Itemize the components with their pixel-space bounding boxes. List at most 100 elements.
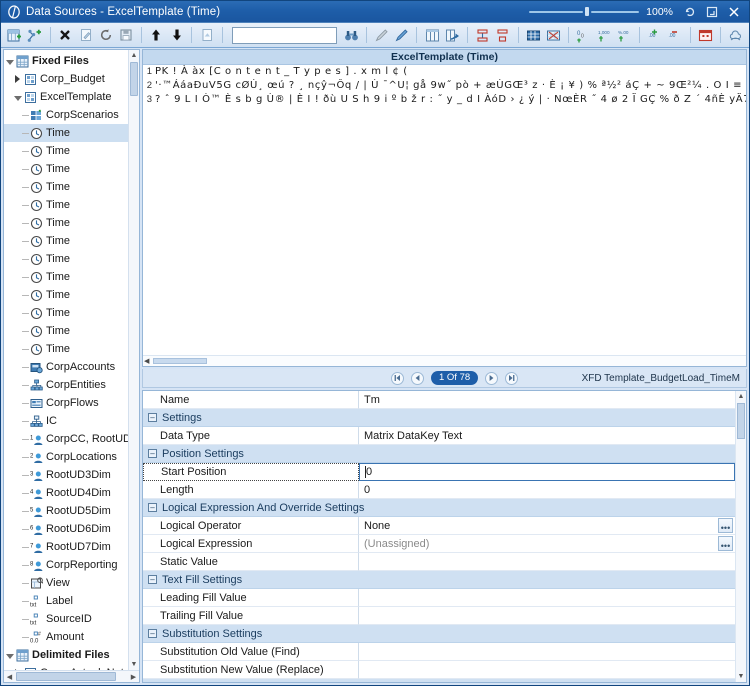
restore-window-button[interactable] xyxy=(701,2,723,21)
property-value-cell[interactable]: (Unassigned) ••• xyxy=(359,535,735,553)
tree-node-corpaccounts[interactable]: CorpAccounts xyxy=(4,358,139,376)
scroll-down-icon[interactable]: ▼ xyxy=(129,659,139,670)
category-collapse-icon[interactable]: – xyxy=(148,575,157,584)
new-connection-icon[interactable] xyxy=(25,25,44,46)
scroll-up-icon[interactable]: ▲ xyxy=(129,50,139,61)
columns-arrow-icon[interactable] xyxy=(443,25,462,46)
property-row-length[interactable]: Length 0 xyxy=(143,481,735,499)
property-value-cell[interactable] xyxy=(359,661,735,679)
arrow-down-icon[interactable] xyxy=(167,25,186,46)
tree-node-corplocations[interactable]: 2 CorpLocations xyxy=(4,448,139,466)
preview-body[interactable]: 1 PK ! À àx [C o n t e n t _ T y p e s ] … xyxy=(143,65,746,355)
tree-node-corpreporting[interactable]: 8 CorpReporting xyxy=(4,556,139,574)
property-row-logical-expression[interactable]: Logical Expression (Unassigned) ••• xyxy=(143,535,735,553)
tree-node-time[interactable]: Time xyxy=(4,142,139,160)
tree-node-rootud3dim[interactable]: 3 RootUD3Dim xyxy=(4,466,139,484)
property-category-logical-expression-and-override-settings[interactable]: – Logical Expression And Override Setting… xyxy=(143,499,735,517)
undo-circle-icon[interactable] xyxy=(96,25,115,46)
save-disk-icon[interactable] xyxy=(117,25,136,46)
property-row-static-value[interactable]: Static Value xyxy=(143,553,735,571)
tree-node-time[interactable]: Time xyxy=(4,250,139,268)
property-value-cell[interactable] xyxy=(359,553,735,571)
property-row-substitution-old-value-find[interactable]: Substitution Old Value (Find) xyxy=(143,643,735,661)
calendar-red-icon[interactable] xyxy=(696,25,715,46)
tree-node-label[interactable]: txt Label xyxy=(4,592,139,610)
property-value-cell[interactable]: 0 xyxy=(359,463,735,481)
property-row-data-type[interactable]: Data Type Matrix DataKey Text xyxy=(143,427,735,445)
property-category-substitution-settings[interactable]: – Substitution Settings xyxy=(143,625,735,643)
search-input[interactable] xyxy=(231,26,337,44)
tree-node-exceltemplate[interactable]: ExcelTemplate xyxy=(4,88,139,106)
property-scroll-up-icon[interactable]: ▲ xyxy=(736,391,746,402)
thousand-separator-icon[interactable]: 1,000 xyxy=(594,25,613,46)
preview-scroll-left-icon[interactable]: ◀ xyxy=(144,357,149,365)
percent-separator-icon[interactable]: %.00 xyxy=(615,25,634,46)
tree-node-time[interactable]: Time xyxy=(4,268,139,286)
columns-icon[interactable] xyxy=(422,25,441,46)
tree-scrollbar-thumb[interactable] xyxy=(130,62,138,96)
tree-node-corpentities[interactable]: CorpEntities xyxy=(4,376,139,394)
preview-horizontal-scrollbar[interactable]: ◀ xyxy=(143,355,746,366)
tree-node-corpscenarios[interactable]: CorpScenarios xyxy=(4,106,139,124)
property-value-cell[interactable]: Matrix DataKey Text xyxy=(359,427,735,445)
property-row-trailing-fill-value[interactable]: Trailing Fill Value xyxy=(143,607,735,625)
property-scroll-down-icon[interactable]: ▼ xyxy=(736,671,746,682)
tree-node-rootud6dim[interactable]: 6 RootUD6Dim xyxy=(4,520,139,538)
delete-x-icon[interactable] xyxy=(56,25,75,46)
increase-decimal-icon[interactable]: .00 xyxy=(645,25,664,46)
cloud-icon[interactable] xyxy=(726,25,745,46)
category-collapse-icon[interactable]: – xyxy=(148,449,157,458)
close-window-button[interactable] xyxy=(723,2,745,21)
tree-node-time[interactable]: Time xyxy=(4,304,139,322)
property-category-text-fill-settings[interactable]: – Text Fill Settings xyxy=(143,571,735,589)
refresh-button[interactable] xyxy=(679,2,701,21)
preview-hscrollbar-thumb[interactable] xyxy=(153,358,207,364)
tree-node-time[interactable]: Time xyxy=(4,160,139,178)
tree-node-time[interactable]: Time xyxy=(4,286,139,304)
property-row-start-position[interactable]: Start Position 0 xyxy=(143,463,735,481)
previous-record-button[interactable] xyxy=(411,371,424,385)
tree-node-rootud7dim[interactable]: 7 RootUD7Dim xyxy=(4,538,139,556)
tree-node-ic[interactable]: IC xyxy=(4,412,139,430)
property-row-logical-operator[interactable]: Logical Operator None ••• xyxy=(143,517,735,535)
tree-node-corpflows[interactable]: CorpFlows xyxy=(4,394,139,412)
property-category-matrix-settings[interactable]: –Matrix Settings xyxy=(143,679,735,682)
tree-node-amount[interactable]: 0.0 # Amount xyxy=(4,628,139,646)
record-position-label[interactable]: 1 Of 78 xyxy=(431,371,479,385)
property-editor-ellipsis-button[interactable]: ••• xyxy=(718,518,733,533)
last-record-button[interactable] xyxy=(505,371,519,385)
next-record-button[interactable] xyxy=(485,371,499,385)
property-value-cell[interactable] xyxy=(359,643,735,661)
tree-expander-open-icon[interactable] xyxy=(12,94,23,101)
category-collapse-icon[interactable]: – xyxy=(148,629,157,638)
tree-vertical-scrollbar[interactable]: ▲ ▼ xyxy=(128,50,139,670)
tree-node-corpcc-rootud1[interactable]: 1 CorpCC, RootUD1 xyxy=(4,430,139,448)
tree-expander-closed-icon[interactable] xyxy=(12,75,23,83)
property-scrollbar-thumb[interactable] xyxy=(737,403,745,439)
property-category-position-settings[interactable]: – Position Settings xyxy=(143,445,735,463)
property-editor-ellipsis-button[interactable]: ••• xyxy=(718,536,733,551)
property-row-name[interactable]: Name Tm xyxy=(143,391,735,409)
first-record-button[interactable] xyxy=(391,371,404,385)
zoom-slider-handle[interactable] xyxy=(585,7,590,16)
tree-node-time[interactable]: Time xyxy=(4,232,139,250)
tree-node-corp-budget[interactable]: Corp_Budget xyxy=(4,70,139,88)
property-value-cell[interactable]: None ••• xyxy=(359,517,735,535)
tree-node-view[interactable]: View xyxy=(4,574,139,592)
property-grid-scrollbar[interactable]: ▲ ▼ xyxy=(735,391,746,682)
document-icon[interactable] xyxy=(197,25,216,46)
property-category-settings[interactable]: – Settings xyxy=(143,409,735,427)
property-row-leading-fill-value[interactable]: Leading Fill Value xyxy=(143,589,735,607)
tree-expander-open-icon[interactable] xyxy=(4,58,15,65)
tree-expander-open-icon[interactable] xyxy=(4,652,15,659)
tree-node-time[interactable]: Time xyxy=(4,214,139,232)
property-row-substitution-new-value-replace[interactable]: Substitution New Value (Replace) xyxy=(143,661,735,679)
tree-node-rootud5dim[interactable]: 5 RootUD5Dim xyxy=(4,502,139,520)
category-collapse-icon[interactable]: – xyxy=(148,413,157,422)
zoom-slider[interactable]: 100% xyxy=(529,6,673,18)
edit-page-icon[interactable] xyxy=(76,25,95,46)
pencil-gray-icon[interactable] xyxy=(372,25,391,46)
grid-red-icon[interactable] xyxy=(544,25,563,46)
zero-decimal-icon[interactable]: 00 xyxy=(574,25,593,46)
tree-node-time[interactable]: Time xyxy=(4,178,139,196)
